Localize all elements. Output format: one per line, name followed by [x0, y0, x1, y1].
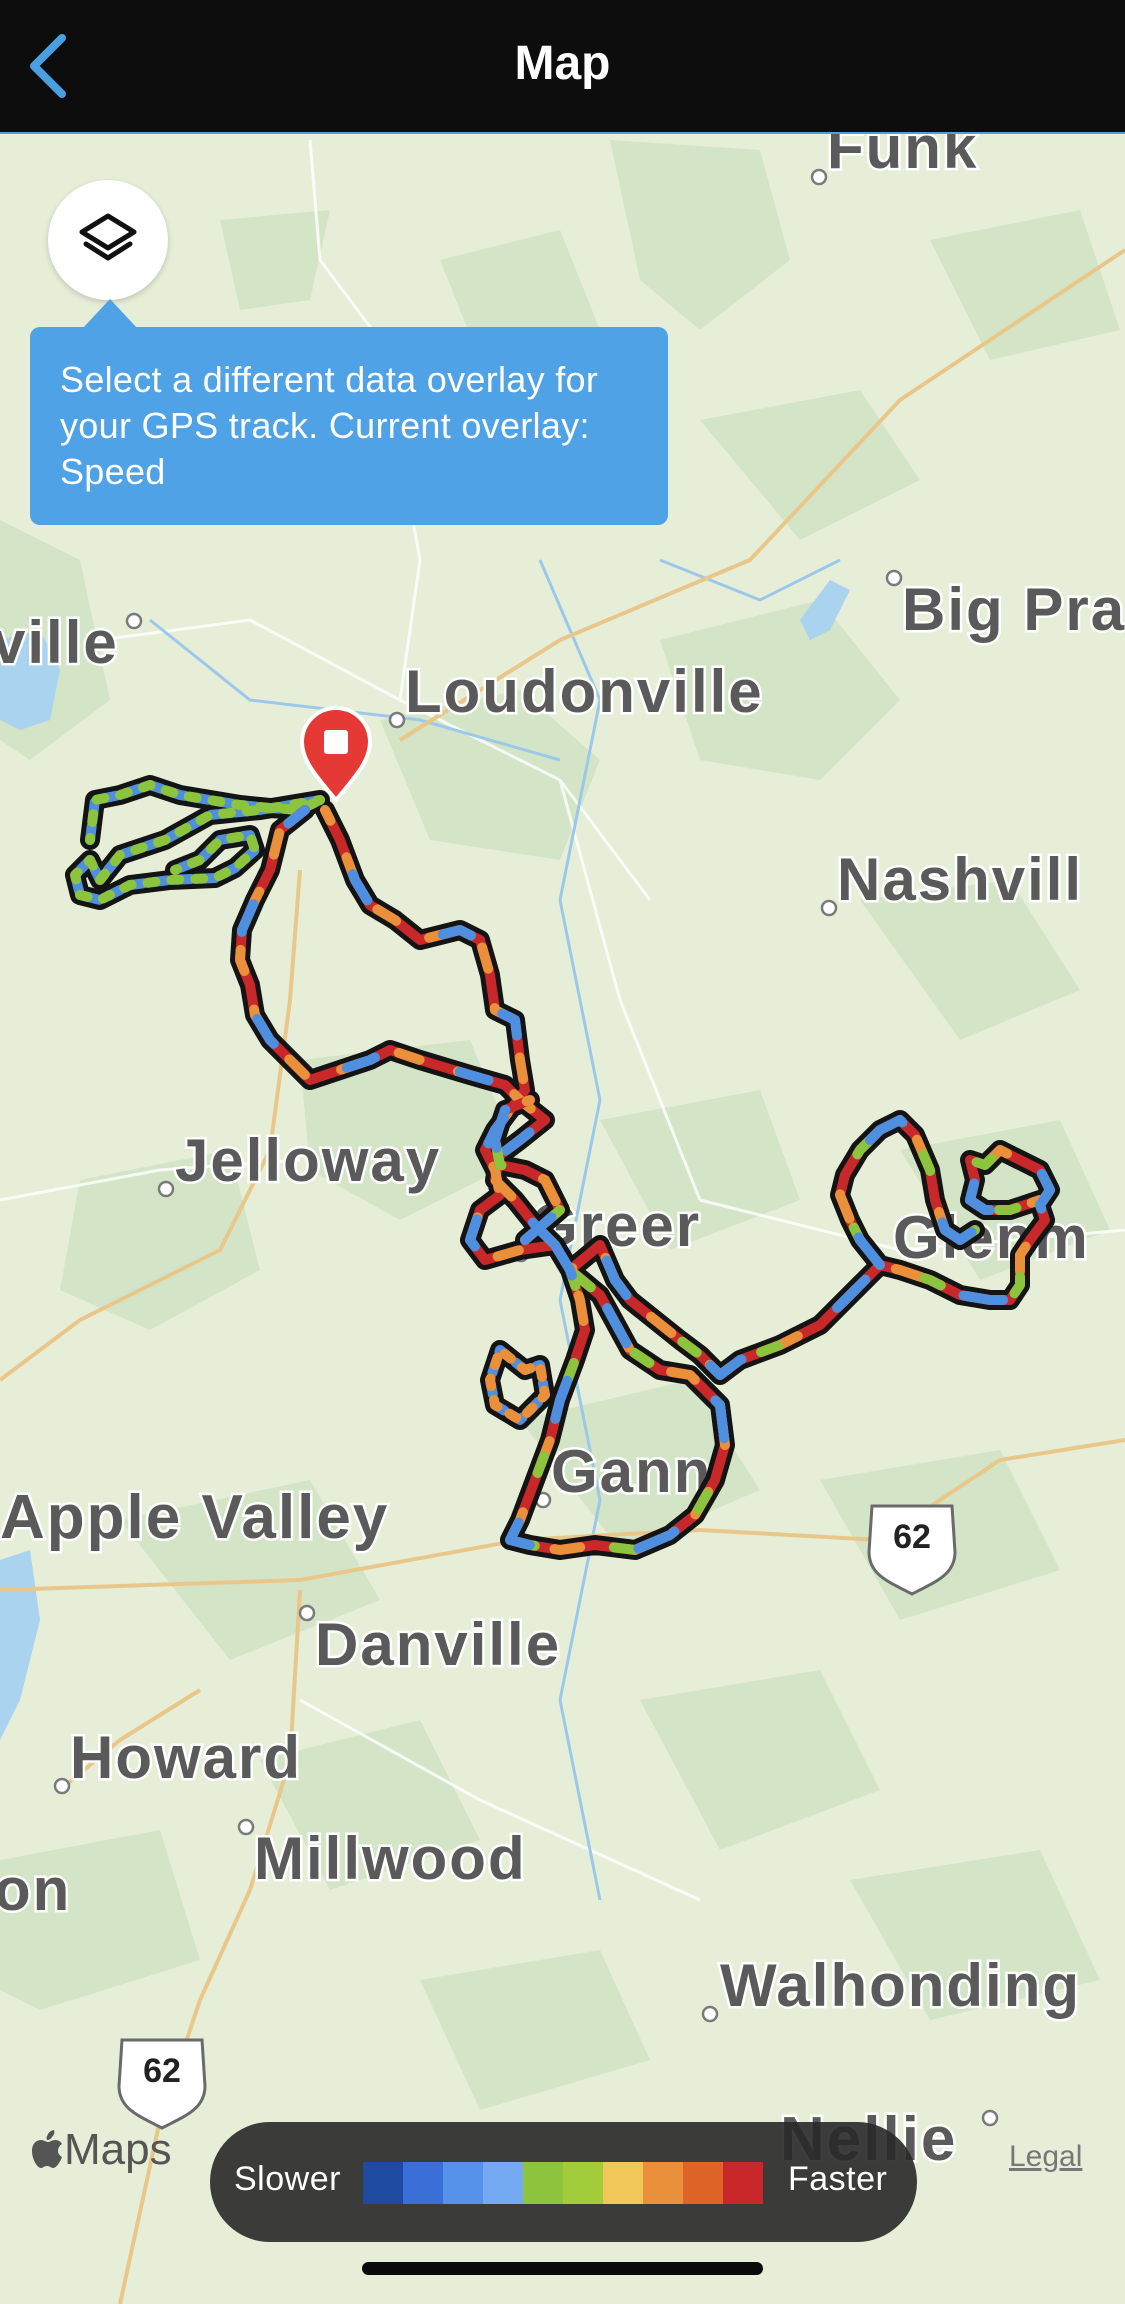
legend-color-swatch — [443, 2162, 483, 2204]
place-label: Big Pra — [902, 576, 1125, 643]
place-label: Apple Valley — [0, 1483, 389, 1552]
place-label: Walhonding — [720, 1952, 1081, 2019]
speed-color-scale — [363, 2162, 763, 2204]
place-label: Millwood — [254, 1825, 527, 1892]
place-label: ville — [0, 609, 119, 676]
place-label: Loudonville — [405, 658, 764, 725]
legend-color-swatch — [643, 2162, 683, 2204]
overlay-tooltip[interactable]: Select a different data overlay for your… — [30, 327, 668, 525]
home-indicator[interactable] — [362, 2262, 763, 2275]
legend-slower-label: Slower — [234, 2160, 341, 2198]
legend-color-swatch — [483, 2162, 523, 2204]
place-label: on — [0, 1856, 71, 1923]
legend-color-swatch — [523, 2162, 563, 2204]
layers-icon — [79, 213, 137, 261]
maps-label: Maps — [64, 2125, 172, 2174]
legend-color-swatch — [363, 2162, 403, 2204]
place-label: Gann — [551, 1438, 712, 1505]
legend-color-swatch — [403, 2162, 443, 2204]
page-title: Map — [514, 37, 611, 90]
map-layers-button[interactable] — [48, 180, 168, 300]
place-label: Jelloway — [175, 1127, 441, 1194]
legal-link[interactable]: Legal — [1009, 2140, 1082, 2174]
place-label: Howard — [70, 1724, 302, 1791]
legend-color-swatch — [683, 2162, 723, 2204]
legend-color-swatch — [603, 2162, 643, 2204]
place-label: Danville — [315, 1611, 561, 1678]
navigation-bar: Map — [0, 0, 1125, 134]
place-label: Funk — [827, 134, 978, 181]
svg-text:62: 62 — [143, 2052, 181, 2090]
legend-color-swatch — [563, 2162, 603, 2204]
speed-legend: Slower Faster — [210, 2122, 917, 2242]
legend-faster-label: Faster — [788, 2160, 888, 2198]
apple-logo-icon — [32, 2130, 62, 2168]
svg-text:62: 62 — [893, 1518, 931, 1556]
tooltip-text: Select a different data overlay for your… — [60, 359, 599, 492]
legend-color-swatch — [723, 2162, 763, 2204]
place-label: Nashvill — [837, 846, 1083, 913]
stop-square-icon — [324, 730, 348, 754]
tooltip-arrow — [82, 299, 138, 329]
maps-attribution: Maps — [30, 2125, 172, 2175]
